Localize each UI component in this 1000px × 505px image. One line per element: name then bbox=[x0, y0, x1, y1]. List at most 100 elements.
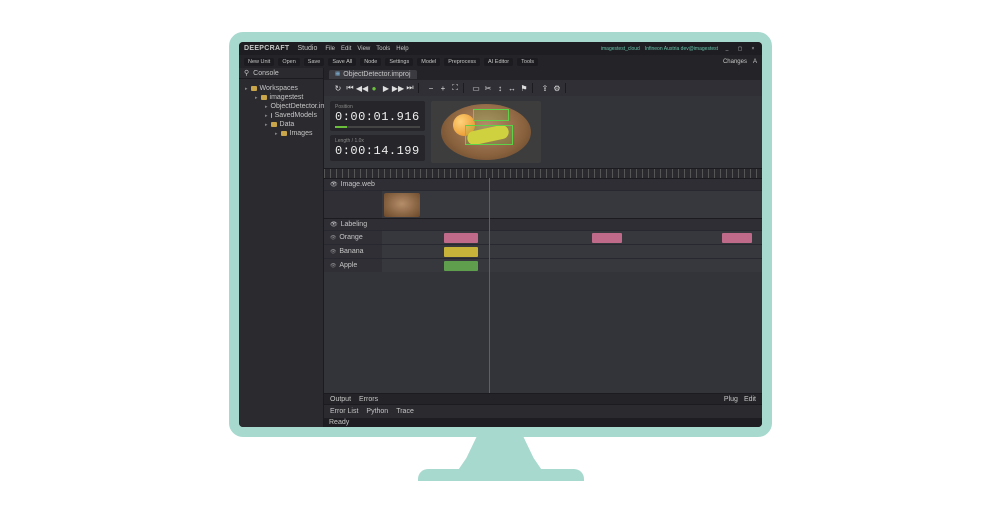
play-icon[interactable]: ▶ bbox=[381, 83, 391, 93]
bottom-panel: Error List Python Trace bbox=[324, 404, 762, 418]
brand: DEEPCRAFT bbox=[244, 45, 289, 52]
tree-item[interactable]: imagestest bbox=[255, 94, 317, 101]
search-icon[interactable]: ⚲ bbox=[244, 69, 249, 77]
edit-icon[interactable]: Edit bbox=[744, 396, 756, 403]
project-name[interactable]: imagestest_cloud bbox=[601, 46, 640, 52]
status-bar: Ready bbox=[324, 418, 762, 427]
record-icon[interactable]: ● bbox=[369, 83, 379, 93]
label-segment[interactable] bbox=[444, 261, 478, 271]
export-icon[interactable]: ⇪ bbox=[540, 83, 550, 93]
tree-item[interactable]: Images bbox=[275, 130, 317, 137]
tool-move-icon[interactable]: ↔ bbox=[507, 83, 517, 93]
folder-icon bbox=[271, 113, 272, 118]
toolbar: New Unit Open Save Save All Node Setting… bbox=[239, 55, 762, 68]
frame-thumbnail[interactable] bbox=[384, 193, 420, 217]
tool-select-icon[interactable]: ▭ bbox=[471, 83, 481, 93]
folder-icon bbox=[261, 95, 267, 100]
tbtn-saveall[interactable]: Save All bbox=[328, 58, 356, 66]
plug-icon[interactable]: Plug bbox=[724, 396, 738, 403]
status-text: Ready bbox=[329, 419, 349, 426]
folder-icon bbox=[271, 122, 277, 127]
tool-cut-icon[interactable]: ✂ bbox=[483, 83, 493, 93]
section-image[interactable]: Image.web bbox=[324, 178, 762, 190]
eye-icon[interactable] bbox=[330, 181, 338, 188]
menu-file[interactable]: File bbox=[325, 46, 335, 52]
time-ruler[interactable] bbox=[324, 168, 762, 178]
skip-start-icon[interactable]: ⏮ bbox=[345, 83, 355, 93]
zoom-in-icon[interactable]: + bbox=[438, 83, 448, 93]
position-bar[interactable] bbox=[335, 126, 420, 128]
section-labeling[interactable]: Labeling bbox=[324, 218, 762, 230]
skip-end-icon[interactable]: ⏭ bbox=[405, 83, 415, 93]
window-minimize-icon[interactable]: _ bbox=[723, 45, 731, 53]
tbtn-save[interactable]: Save bbox=[304, 58, 325, 66]
label-segment[interactable] bbox=[444, 247, 478, 257]
editor-tab[interactable]: ObjectDetector.improj bbox=[329, 70, 417, 79]
tab-bar: ObjectDetector.improj bbox=[324, 68, 762, 80]
panel-errorlist[interactable]: Error List bbox=[330, 408, 358, 415]
menu-view[interactable]: View bbox=[357, 46, 370, 52]
sidebar: ⚲ Console Workspaces imagestest ObjectDe… bbox=[239, 68, 324, 427]
tbtn-preprocess[interactable]: Preprocess bbox=[444, 58, 480, 66]
label-segment[interactable] bbox=[722, 233, 752, 243]
user-name[interactable]: Infineon Austria dev@imagestest bbox=[645, 46, 718, 52]
tbtn-tools[interactable]: Tools bbox=[517, 58, 538, 66]
eye-icon[interactable] bbox=[330, 262, 336, 269]
label-track-apple[interactable]: Apple bbox=[324, 258, 762, 272]
product: Studio bbox=[297, 45, 317, 52]
label-track-orange[interactable]: Orange bbox=[324, 230, 762, 244]
tbtn-aieditor[interactable]: AI Editor bbox=[484, 58, 513, 66]
preview-row: Position 0:00:01.916 Length / 1.0x 0:00:… bbox=[324, 96, 762, 168]
detection-box bbox=[473, 109, 509, 121]
loop-icon[interactable]: ↻ bbox=[333, 83, 343, 93]
eye-icon[interactable] bbox=[330, 221, 338, 228]
tbtn-node[interactable]: Node bbox=[360, 58, 381, 66]
toolbar-changes[interactable]: Changes bbox=[723, 59, 747, 65]
toolbar-a[interactable]: A bbox=[753, 59, 757, 65]
window-maximize-icon[interactable]: ▢ bbox=[736, 45, 744, 53]
panel-python[interactable]: Python bbox=[366, 408, 388, 415]
label-track-banana[interactable]: Banana bbox=[324, 244, 762, 258]
length-value: 0:00:14.199 bbox=[335, 144, 420, 158]
image-track[interactable] bbox=[324, 190, 762, 218]
zoom-out-icon[interactable]: − bbox=[426, 83, 436, 93]
timeline: Image.web Labeling Orange Banana bbox=[324, 178, 762, 393]
fit-icon[interactable]: ⛶ bbox=[450, 83, 460, 93]
file-tree: Workspaces imagestest ObjectDetector.imp… bbox=[239, 79, 323, 143]
forward-icon[interactable]: ▶▶ bbox=[393, 83, 403, 93]
settings-icon[interactable]: ⚙ bbox=[552, 83, 562, 93]
playhead[interactable] bbox=[489, 178, 490, 393]
tool-link-icon[interactable]: ↕ bbox=[495, 83, 505, 93]
playback-toolbar: ↻ ⏮ ◀◀ ● ▶ ▶▶ ⏭ − + ⛶ ▭ ✂ ↕ ↔ ⚑ ⇪ bbox=[324, 80, 762, 96]
rewind-icon[interactable]: ◀◀ bbox=[357, 83, 367, 93]
tree-root[interactable]: Workspaces bbox=[245, 85, 317, 92]
tree-item[interactable]: ObjectDetector.improj bbox=[265, 103, 317, 110]
position-value: 0:00:01.916 bbox=[335, 110, 420, 124]
menu-edit[interactable]: Edit bbox=[341, 46, 351, 52]
tab-errors[interactable]: Errors bbox=[359, 396, 378, 403]
label-segment[interactable] bbox=[444, 233, 478, 243]
titlebar: DEEPCRAFT Studio File Edit View Tools He… bbox=[239, 42, 762, 55]
tbtn-new[interactable]: New Unit bbox=[244, 58, 274, 66]
tbtn-settings[interactable]: Settings bbox=[385, 58, 413, 66]
main-panel: ObjectDetector.improj ↻ ⏮ ◀◀ ● ▶ ▶▶ ⏭ − … bbox=[324, 68, 762, 427]
detection-box bbox=[465, 125, 513, 145]
sidebar-header: ⚲ Console bbox=[239, 68, 323, 79]
length-readout: Length / 1.0x 0:00:14.199 bbox=[330, 135, 425, 161]
eye-icon[interactable] bbox=[330, 234, 336, 241]
tab-output[interactable]: Output bbox=[330, 396, 351, 403]
menu-help[interactable]: Help bbox=[396, 46, 408, 52]
tree-item[interactable]: Data bbox=[265, 121, 317, 128]
tree-item[interactable]: SavedModels bbox=[265, 112, 317, 119]
video-preview[interactable] bbox=[431, 101, 541, 163]
window-close-icon[interactable]: × bbox=[749, 45, 757, 53]
label-segment[interactable] bbox=[592, 233, 622, 243]
tool-marker-icon[interactable]: ⚑ bbox=[519, 83, 529, 93]
tbtn-model[interactable]: Model bbox=[417, 58, 440, 66]
menu-tools[interactable]: Tools bbox=[376, 46, 390, 52]
eye-icon[interactable] bbox=[330, 248, 336, 255]
folder-icon bbox=[281, 131, 287, 136]
sidebar-title: Console bbox=[253, 70, 279, 77]
tbtn-open[interactable]: Open bbox=[278, 58, 299, 66]
panel-trace[interactable]: Trace bbox=[396, 408, 414, 415]
